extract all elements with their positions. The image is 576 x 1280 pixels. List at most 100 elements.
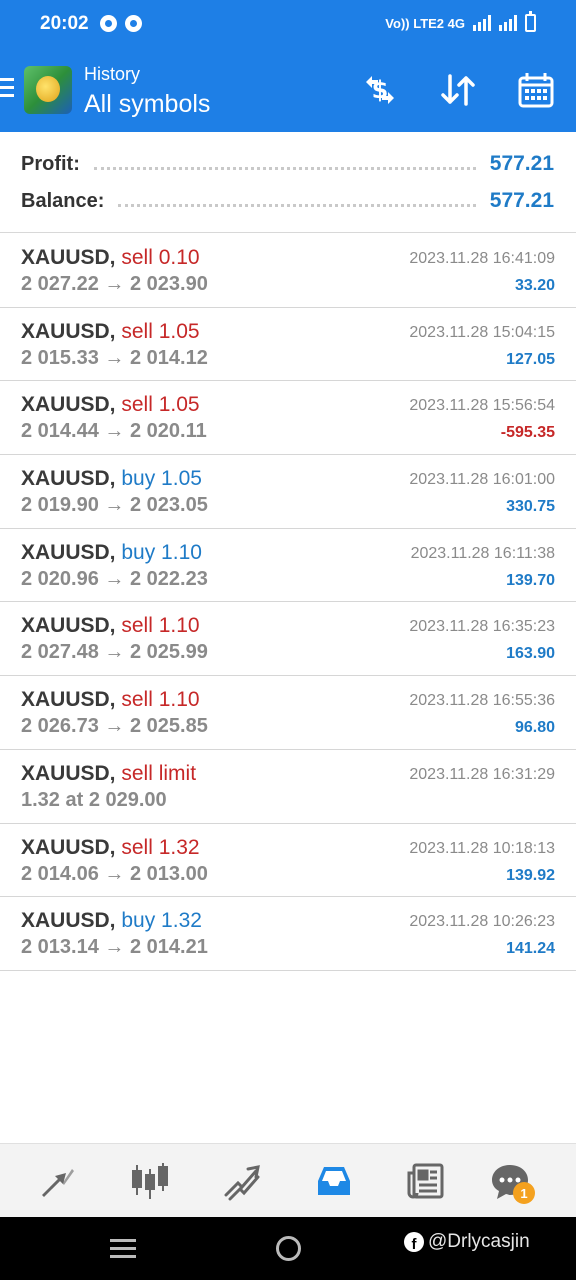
deal-row[interactable]: XAUUSD, sell 0.10 2 027.22 → 2 023.90 20… (0, 234, 576, 308)
deal-prices: 2 019.90 → 2 023.05 (21, 494, 208, 517)
deal-profit: 330.75 (506, 498, 555, 516)
deal-prices: 1.32 at 2 029.00 (21, 788, 167, 811)
deal-prices: 2 027.48 → 2 025.99 (21, 641, 208, 664)
messenger-notification-icon (100, 15, 117, 32)
deal-row[interactable]: XAUUSD, sell 1.32 2 014.06 → 2 013.00 20… (0, 824, 576, 898)
deal-symbol: XAUUSD, (21, 909, 116, 933)
deal-side: sell 0.10 (121, 246, 200, 269)
deal-symbol: XAUUSD, (21, 614, 116, 638)
news-icon[interactable] (401, 1156, 451, 1206)
deal-time: 2023.11.28 10:18:13 (409, 839, 555, 857)
deal-profit: -595.35 (500, 424, 555, 442)
deal-prices: 2 015.33 → 2 014.12 (21, 346, 208, 369)
status-right: Vo)) LTE2 4G (385, 11, 536, 32)
chat-icon[interactable]: 1 (485, 1156, 535, 1206)
network-label: Vo)) LTE2 4G (385, 15, 465, 31)
system-navigation-bar: f @Drlycasjin (0, 1217, 576, 1280)
deal-side: sell 1.10 (121, 688, 200, 712)
deal-side: sell 1.05 (121, 319, 200, 343)
deal-prices: 2 014.06 → 2 013.00 (21, 862, 208, 885)
home-icon[interactable] (276, 1236, 301, 1261)
deal-symbol: XAUUSD, (21, 540, 116, 564)
dotted-leader (118, 203, 476, 207)
watermark-text: @Drlycasjin (428, 1231, 530, 1252)
app-bar: History All symbols $ (0, 52, 576, 132)
history-icon[interactable] (309, 1156, 359, 1206)
sort-icon[interactable] (438, 70, 478, 110)
signal-icon-2 (499, 15, 517, 31)
account-summary: Profit: 577.21 Balance: 577.21 (0, 132, 576, 233)
balance-label: Balance: (21, 189, 105, 212)
deal-side: sell 1.32 (121, 835, 200, 859)
dotted-leader (93, 166, 476, 170)
recents-icon[interactable] (110, 1239, 136, 1263)
page-subtitle: History (84, 64, 141, 84)
profit-row: Profit: 577.21 (21, 149, 554, 179)
deals-list: XAUUSD, sell 0.10 2 027.22 → 2 023.90 20… (0, 234, 576, 971)
deal-profit: 141.24 (506, 940, 555, 958)
deal-side: sell 1.10 (121, 614, 200, 638)
deal-prices: 2 027.22 → 2 023.90 (21, 273, 208, 295)
trade-icon[interactable] (217, 1156, 267, 1206)
deal-prices: 2 026.73 → 2 025.85 (21, 715, 208, 738)
chat-badge: 1 (513, 1182, 535, 1204)
deal-profit: 33.20 (514, 277, 555, 294)
deal-row[interactable]: XAUUSD, sell 1.05 2 014.44 → 2 020.11 20… (0, 381, 576, 456)
deal-time: 2023.11.28 10:26:23 (409, 913, 555, 931)
deal-profit: 127.05 (506, 350, 555, 368)
deal-side: buy 1.10 (121, 540, 202, 564)
currency-exchange-icon[interactable]: $ (360, 70, 400, 110)
deal-symbol: XAUUSD, (21, 393, 116, 417)
deal-time: 2023.11.28 16:01:00 (409, 471, 555, 489)
battery-icon (525, 11, 536, 32)
deal-row[interactable]: XAUUSD, sell 1.10 2 027.48 → 2 025.99 20… (0, 602, 576, 677)
balance-value: 577.21 (489, 189, 554, 212)
facebook-icon: f (404, 1232, 424, 1252)
deal-prices: 2 020.96 → 2 022.23 (21, 567, 208, 590)
deal-profit: 163.90 (506, 645, 555, 663)
profit-label: Profit: (21, 152, 80, 175)
deal-profit: 139.70 (506, 571, 555, 589)
top-bar: 20:02 Vo)) LTE2 4G History All symbols $ (0, 0, 576, 132)
deal-side: sell 1.05 (121, 393, 200, 417)
deal-side: sell limit (121, 761, 197, 785)
page-title[interactable]: All symbols (84, 90, 210, 119)
deal-prices: 2 014.44 → 2 020.11 (21, 420, 207, 443)
deal-symbol: XAUUSD, (21, 319, 116, 343)
profit-value: 577.21 (489, 152, 554, 175)
deal-time: 2023.11.28 16:55:36 (409, 692, 555, 710)
deal-side: buy 1.05 (121, 467, 202, 491)
deal-time: 2023.11.28 16:11:38 (410, 544, 555, 562)
app-logo[interactable] (24, 66, 72, 114)
deal-row[interactable]: XAUUSD, buy 1.32 2 013.14 → 2 014.21 202… (0, 897, 576, 971)
deal-symbol: XAUUSD, (21, 467, 116, 491)
deal-symbol: XAUUSD, (21, 835, 116, 859)
deal-row[interactable]: XAUUSD, sell 1.05 2 015.33 → 2 014.12 20… (0, 308, 576, 382)
deal-time: 2023.11.28 15:56:54 (409, 397, 555, 415)
deal-profit: 139.92 (506, 866, 555, 884)
bottom-navigation: 1 (0, 1143, 576, 1217)
notification-icon (125, 15, 142, 32)
deal-symbol: XAUUSD, (21, 688, 116, 712)
deal-symbol: XAUUSD, (21, 246, 116, 269)
balance-row: Balance: 577.21 (21, 186, 554, 216)
chart-icon[interactable] (125, 1156, 175, 1206)
deal-time: 2023.11.28 16:41:09 (409, 250, 555, 267)
deal-row[interactable]: XAUUSD, buy 1.10 2 020.96 → 2 022.23 202… (0, 529, 576, 603)
menu-icon[interactable] (0, 78, 16, 98)
deal-time: 2023.11.28 16:31:29 (409, 765, 555, 783)
deal-row[interactable]: XAUUSD, buy 1.05 2 019.90 → 2 023.05 202… (0, 455, 576, 529)
watermark: f @Drlycasjin (404, 1231, 530, 1253)
deal-row[interactable]: XAUUSD, sell limit 1.32 at 2 029.00 2023… (0, 750, 576, 824)
deal-time: 2023.11.28 15:04:15 (409, 323, 555, 341)
deal-symbol: XAUUSD, (21, 761, 116, 785)
deal-time: 2023.11.28 16:35:23 (409, 618, 555, 636)
status-time: 20:02 (40, 13, 89, 34)
deal-prices: 2 013.14 → 2 014.21 (21, 936, 208, 959)
deal-row[interactable]: XAUUSD, sell 1.10 2 026.73 → 2 025.85 20… (0, 676, 576, 750)
signal-icon (473, 15, 491, 31)
deal-side: buy 1.32 (121, 909, 202, 933)
calendar-icon[interactable] (516, 70, 556, 110)
status-bar: 20:02 Vo)) LTE2 4G (0, 0, 576, 50)
quotes-icon[interactable] (33, 1156, 83, 1206)
